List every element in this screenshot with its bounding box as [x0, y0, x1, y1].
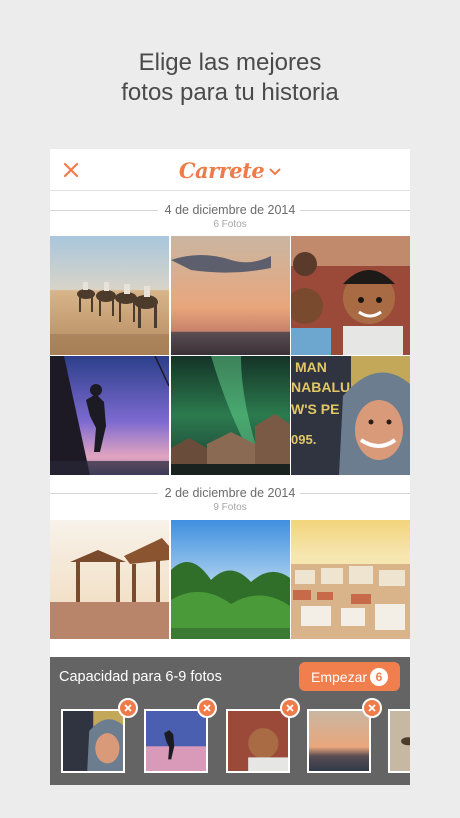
photo-sunset-sky[interactable] [170, 236, 290, 355]
selected-thumbnail[interactable] [226, 709, 290, 773]
chevron-down-icon [269, 168, 281, 175]
promo-headline: Elige las mejores fotos para tu historia [0, 48, 460, 108]
photo-wooden-pavilion[interactable] [50, 520, 169, 639]
photo-camels-desert[interactable] [50, 236, 169, 355]
photo-man-in-hood[interactable]: MAN NABALU W'S PE 095. [291, 356, 410, 475]
photo-smiling-boys[interactable] [291, 236, 410, 355]
photo-green-trees[interactable] [170, 520, 290, 639]
photo-grid: MAN NABALU W'S PE 095. [50, 236, 410, 475]
section-date: 2 de diciembre de 2014 [164, 486, 296, 500]
section-date: 4 de diciembre de 2014 [164, 203, 296, 217]
remove-selection-button[interactable] [280, 698, 300, 718]
svg-text:W'S PE: W'S PE [291, 401, 339, 417]
nav-bar: Carrete [50, 149, 410, 191]
section-header: 2 de diciembre de 2014 9 Fotos [50, 475, 410, 519]
close-icon [203, 704, 211, 712]
remove-selection-button[interactable] [197, 698, 217, 718]
selected-thumbnail[interactable] [61, 709, 125, 773]
selected-thumbnail[interactable] [388, 709, 410, 773]
section-photo-count: 9 Fotos [213, 502, 247, 513]
start-button[interactable]: Empezar 6 [299, 662, 400, 691]
album-selector[interactable]: Carrete [50, 149, 410, 191]
svg-text:NABALU: NABALU [291, 379, 350, 395]
app-screen: Carrete 4 de diciembre de 2014 6 Fotos M… [50, 149, 410, 785]
album-title: Carrete [178, 157, 265, 183]
remove-selection-button[interactable] [118, 698, 138, 718]
close-icon [368, 704, 376, 712]
photo-city-rooftops[interactable] [291, 520, 410, 639]
photo-climber-dusk[interactable] [50, 356, 169, 475]
capacity-label: Capacidad para 6-9 fotos [59, 669, 222, 685]
svg-text:095.: 095. [291, 432, 316, 447]
section-header: 4 de diciembre de 2014 6 Fotos [50, 192, 410, 236]
start-button-label: Empezar [311, 668, 368, 685]
photo-northern-lights[interactable] [170, 356, 290, 475]
selected-count-badge: 6 [370, 668, 388, 686]
selected-thumbnail[interactable] [144, 709, 208, 773]
close-icon [124, 704, 132, 712]
promo-line-2: fotos para tu historia [121, 79, 339, 106]
svg-text:MAN: MAN [295, 359, 327, 375]
promo-line-1: Elige las mejores [138, 49, 322, 76]
section-photo-count: 6 Fotos [213, 219, 247, 230]
close-icon [286, 704, 294, 712]
remove-selection-button[interactable] [362, 698, 382, 718]
photo-grid [50, 520, 410, 639]
selected-thumbnail[interactable] [307, 709, 371, 773]
